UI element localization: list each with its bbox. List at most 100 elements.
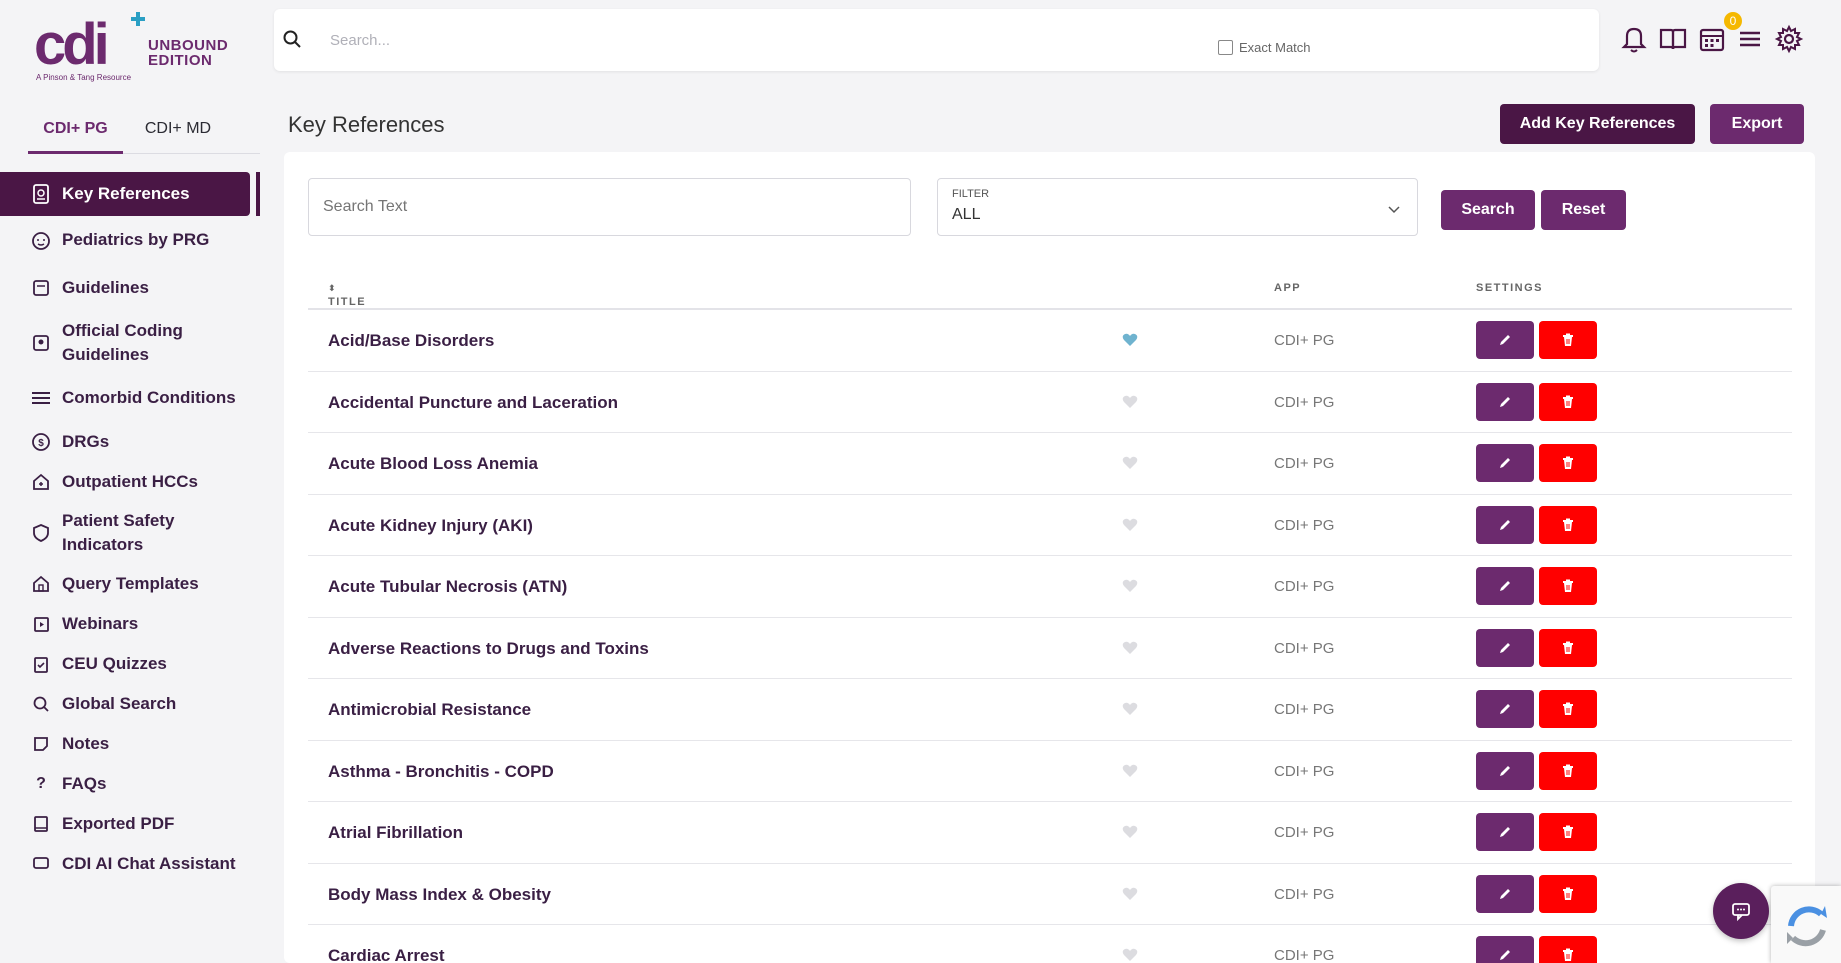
search-button[interactable]: Search (1441, 190, 1535, 230)
table-row[interactable]: Antimicrobial Resistance CDI+ PG (308, 679, 1792, 741)
row-title[interactable]: Adverse Reactions to Drugs and Toxins (328, 639, 649, 659)
edit-button[interactable] (1476, 813, 1534, 851)
sidebar-item-exported-pdf[interactable]: Exported PDF (0, 804, 260, 844)
favorite-heart-icon[interactable] (1122, 702, 1138, 721)
table-row[interactable]: Acute Tubular Necrosis (ATN) CDI+ PG (308, 556, 1792, 618)
row-title[interactable]: Antimicrobial Resistance (328, 700, 531, 720)
tab-cdi-pg[interactable]: CDI+ PG (28, 112, 123, 154)
row-title[interactable]: Acute Kidney Injury (AKI) (328, 516, 533, 536)
row-title[interactable]: Accidental Puncture and Laceration (328, 393, 618, 413)
table-row[interactable]: Acute Kidney Injury (AKI) CDI+ PG (308, 495, 1792, 556)
sidebar-item-query-templates[interactable]: Query Templates (0, 564, 260, 604)
favorite-heart-icon[interactable] (1122, 579, 1138, 598)
gear-icon[interactable] (1774, 24, 1804, 56)
add-key-references-button[interactable]: Add Key References (1500, 104, 1695, 144)
sidebar-item-global-search[interactable]: Global Search (0, 684, 260, 724)
row-title[interactable]: Acute Blood Loss Anemia (328, 454, 538, 474)
sidebar-item-patient-safety-indicators[interactable]: Patient Safety Indicators (0, 502, 260, 564)
table-row[interactable]: Atrial Fibrillation CDI+ PG (308, 802, 1792, 864)
table-row[interactable]: Asthma - Bronchitis - COPD CDI+ PG (308, 741, 1792, 802)
row-title[interactable]: Cardiac Arrest (328, 946, 445, 963)
favorite-heart-icon[interactable] (1122, 825, 1138, 844)
favorite-heart-icon[interactable] (1122, 641, 1138, 660)
sidebar-item-pediatrics[interactable]: Pediatrics by PRG (0, 216, 260, 264)
calendar-icon[interactable] (1698, 24, 1728, 56)
search-text-input[interactable] (308, 178, 911, 236)
delete-button[interactable] (1539, 321, 1597, 359)
favorite-heart-icon[interactable] (1122, 887, 1138, 906)
edit-button[interactable] (1476, 628, 1534, 667)
favorite-heart-icon[interactable] (1122, 948, 1138, 963)
trash-icon (1563, 333, 1573, 346)
clipboard-check-icon (30, 653, 52, 675)
shield-icon (30, 522, 52, 544)
row-title[interactable]: Acute Tubular Necrosis (ATN) (328, 577, 567, 597)
favorite-heart-icon[interactable] (1122, 395, 1138, 414)
edit-button[interactable] (1476, 751, 1534, 790)
exact-match-checkbox[interactable] (1218, 40, 1233, 55)
edit-button[interactable] (1476, 690, 1534, 728)
brand-logo[interactable]: cdi UNBOUND EDITION A Pinson & Tang Reso… (34, 10, 244, 86)
favorite-heart-icon[interactable] (1122, 333, 1138, 352)
favorite-heart-icon[interactable] (1122, 456, 1138, 475)
sidebar-item-outpatient-hccs[interactable]: Outpatient HCCs (0, 462, 260, 502)
row-title[interactable]: Atrial Fibrillation (328, 823, 463, 843)
sidebar-item-comorbid-conditions[interactable]: Comorbid Conditions (0, 374, 260, 422)
chat-assistant-button[interactable] (1713, 883, 1769, 939)
edit-button[interactable] (1476, 936, 1534, 963)
sidebar-item-official-coding-guidelines[interactable]: Official Coding Guidelines (0, 312, 260, 374)
sidebar-item-ai-chat-assistant[interactable]: CDI AI Chat Assistant (0, 844, 260, 884)
table-row[interactable]: Adverse Reactions to Drugs and Toxins CDI… (308, 618, 1792, 679)
search-icon[interactable] (282, 29, 302, 54)
edit-button[interactable] (1476, 567, 1534, 605)
recaptcha-badge[interactable] (1771, 886, 1841, 963)
trash-icon (1563, 764, 1573, 777)
delete-button[interactable] (1539, 505, 1597, 544)
open-book-icon[interactable] (1658, 24, 1688, 56)
edit-button[interactable] (1476, 444, 1534, 482)
delete-button[interactable] (1539, 813, 1597, 851)
delete-button[interactable] (1539, 628, 1597, 667)
delete-button[interactable] (1539, 874, 1597, 913)
pencil-icon (1500, 458, 1510, 468)
global-search-input[interactable] (330, 27, 890, 53)
export-button[interactable]: Export (1710, 104, 1804, 144)
edit-button[interactable] (1476, 874, 1534, 913)
table-row[interactable]: Accidental Puncture and Laceration CDI+ P… (308, 372, 1792, 433)
sidebar-item-ceu-quizzes[interactable]: CEU Quizzes (0, 644, 260, 684)
row-title[interactable]: Asthma - Bronchitis - COPD (328, 762, 554, 782)
delete-button[interactable] (1539, 751, 1597, 790)
edit-button[interactable] (1476, 321, 1534, 359)
favorite-heart-icon[interactable] (1122, 764, 1138, 783)
sidebar-item-notes[interactable]: Notes (0, 724, 260, 764)
sidebar-item-guidelines[interactable]: Guidelines (0, 264, 260, 312)
row-title[interactable]: Body Mass Index & Obesity (328, 885, 551, 905)
table-row[interactable]: Acute Blood Loss Anemia CDI+ PG (308, 433, 1792, 495)
sidebar-item-drgs[interactable]: $ DRGs (0, 422, 260, 462)
delete-button[interactable] (1539, 567, 1597, 605)
tab-cdi-md[interactable]: CDI+ MD (123, 112, 233, 154)
exact-match-toggle[interactable]: Exact Match (1218, 40, 1311, 55)
edit-button[interactable] (1476, 382, 1534, 421)
column-header-title[interactable]: TITLE ⬍ (328, 282, 365, 308)
row-app: CDI+ PG (1274, 701, 1335, 718)
favorite-heart-icon[interactable] (1122, 518, 1138, 537)
delete-button[interactable] (1539, 690, 1597, 728)
bell-icon[interactable] (1620, 24, 1650, 56)
menu-icon[interactable] (1736, 24, 1766, 56)
edit-button[interactable] (1476, 505, 1534, 544)
delete-button[interactable] (1539, 444, 1597, 482)
delete-button[interactable] (1539, 936, 1597, 963)
table-row[interactable]: Body Mass Index & Obesity CDI+ PG (308, 864, 1792, 925)
table-row[interactable]: Acid/Base Disorders CDI+ PG (308, 310, 1792, 372)
filter-select[interactable]: FILTER ALL (937, 178, 1418, 236)
sidebar: cdi UNBOUND EDITION A Pinson & Tang Reso… (0, 0, 260, 963)
sidebar-item-label: Patient Safety Indicators (62, 511, 175, 554)
table-row[interactable]: Cardiac Arrest CDI+ PG (308, 925, 1792, 963)
sidebar-item-key-references[interactable]: Key References (0, 172, 260, 216)
sidebar-item-webinars[interactable]: Webinars (0, 604, 260, 644)
reset-button[interactable]: Reset (1541, 190, 1626, 230)
delete-button[interactable] (1539, 382, 1597, 421)
sidebar-item-faqs[interactable]: ? FAQs (0, 764, 260, 804)
row-title[interactable]: Acid/Base Disorders (328, 331, 494, 351)
